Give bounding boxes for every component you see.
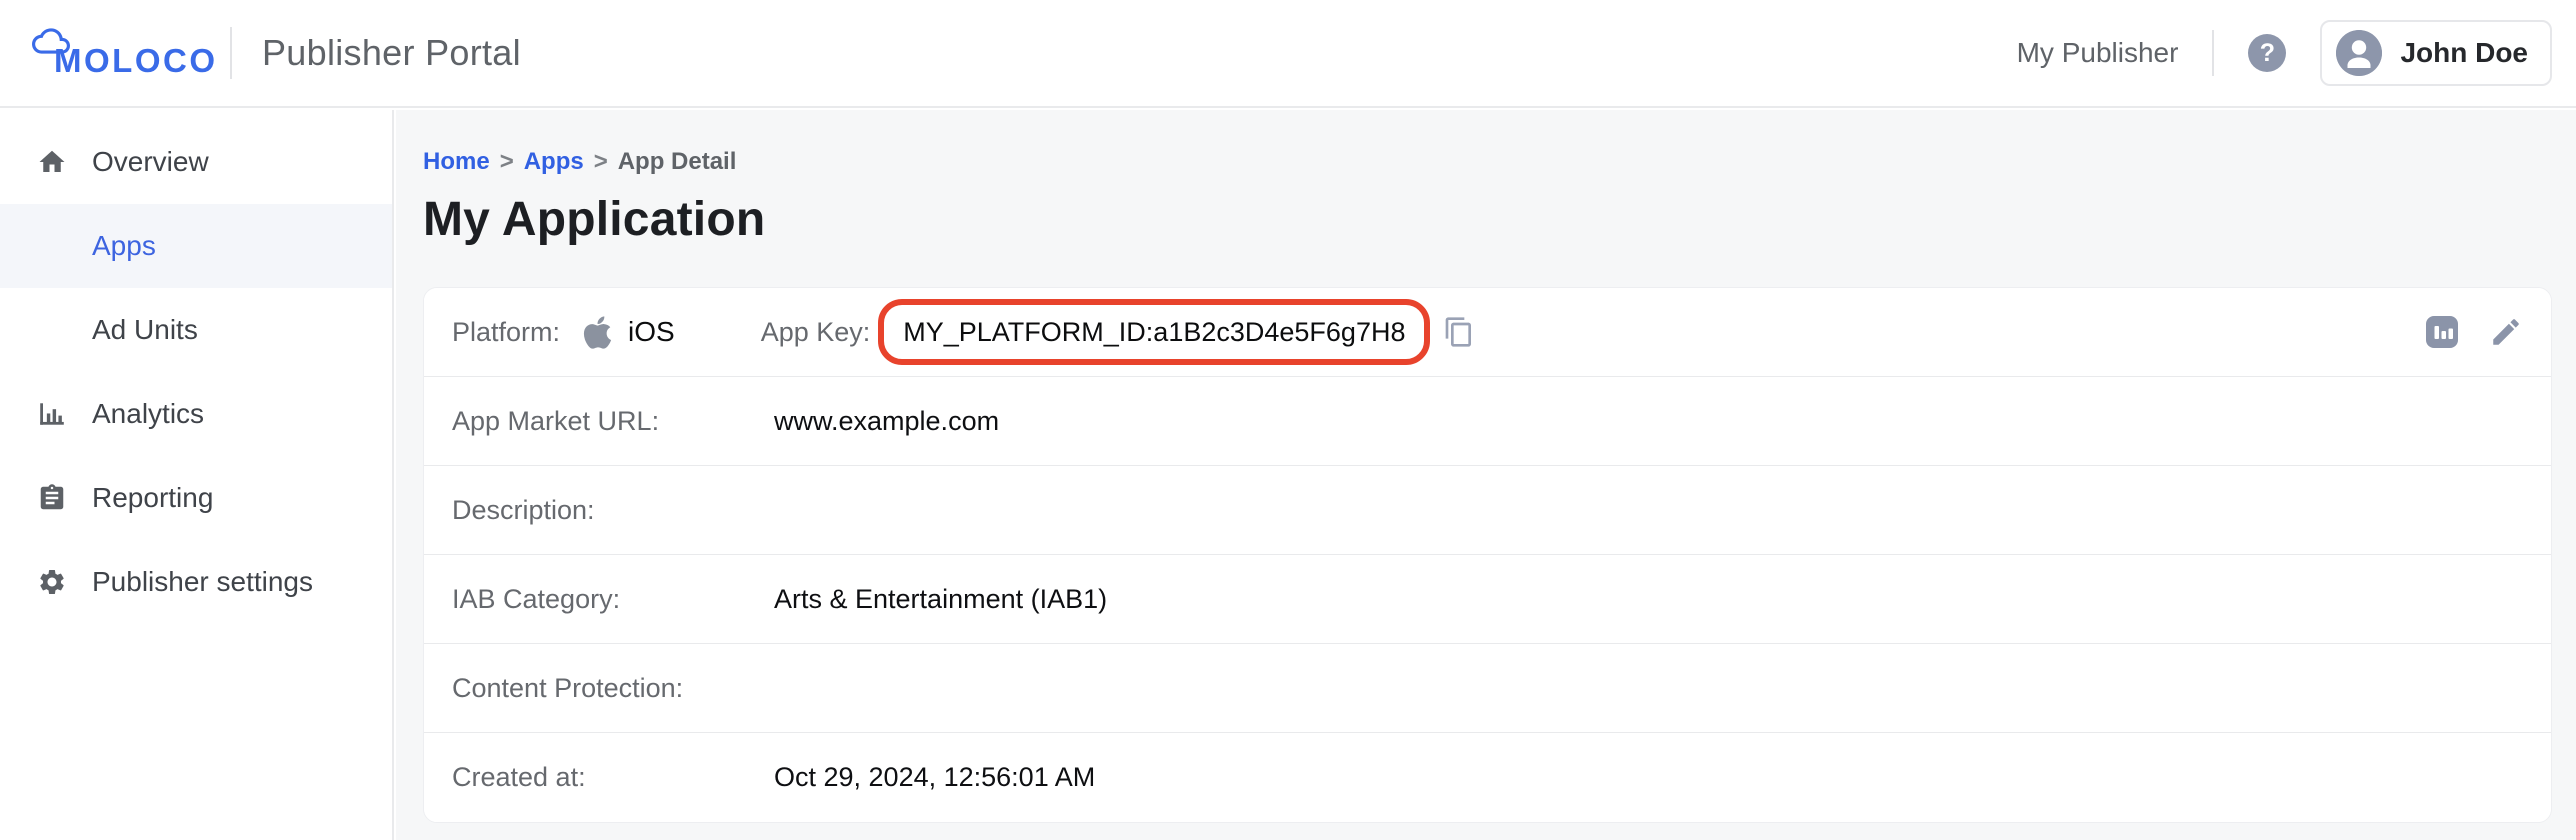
sidebar-item-label: Ad Units	[92, 314, 198, 346]
header-logo-divider	[230, 27, 232, 79]
home-icon	[37, 147, 67, 177]
platform-value: iOS	[628, 316, 675, 348]
brand-wordmark: MOLOCO	[54, 44, 217, 77]
analytics-icon	[37, 399, 67, 429]
breadcrumb: Home > Apps > App Detail	[423, 148, 2552, 176]
user-menu-button[interactable]: John Doe	[2320, 20, 2552, 86]
app-detail-card: Platform: iOS App Key: MY_PLATFORM_ID:a1…	[423, 287, 2552, 823]
top-header: MOLOCO Publisher Portal My Publisher ? J…	[0, 0, 2576, 108]
publisher-name-label: My Publisher	[2017, 37, 2179, 69]
detail-row-label: IAB Category:	[452, 584, 774, 615]
detail-row-value: Oct 29, 2024, 12:56:01 AM	[774, 762, 1095, 793]
avatar	[2336, 30, 2382, 76]
detail-row-app-market-url: App Market URL: www.example.com	[424, 377, 2551, 466]
platform-label: Platform:	[452, 317, 582, 348]
sidebar-item-label: Apps	[92, 230, 156, 262]
portal-title: Publisher Portal	[262, 32, 521, 74]
bar-chart-icon[interactable]	[2425, 315, 2459, 349]
detail-row-label: Content Protection:	[452, 673, 774, 704]
detail-row-description: Description:	[424, 466, 2551, 555]
sidebar-item-ad-units[interactable]: Ad Units	[0, 288, 392, 372]
detail-row-label: App Market URL:	[452, 406, 774, 437]
breadcrumb-separator: >	[500, 148, 514, 176]
question-mark-glyph: ?	[2260, 39, 2275, 68]
breadcrumb-apps-link[interactable]: Apps	[524, 148, 584, 176]
sidebar-item-publisher-settings[interactable]: Publisher settings	[0, 540, 392, 624]
sidebar-item-label: Publisher settings	[92, 566, 313, 598]
help-icon[interactable]: ?	[2248, 34, 2286, 72]
copy-icon[interactable]	[1442, 315, 1476, 349]
breadcrumb-current: App Detail	[618, 148, 737, 176]
user-name: John Doe	[2400, 37, 2528, 69]
sidebar-nav: Overview Apps Ad Units Analytics Reporti…	[0, 110, 394, 840]
detail-row-value: Arts & Entertainment (IAB1)	[774, 584, 1107, 615]
breadcrumb-separator: >	[594, 148, 608, 176]
page-title: My Application	[423, 192, 2552, 247]
reporting-icon	[37, 483, 67, 513]
sidebar-item-overview[interactable]: Overview	[0, 120, 392, 204]
moloco-logo[interactable]: MOLOCO	[24, 22, 220, 84]
apple-icon	[582, 314, 613, 351]
detail-row-created-at: Created at: Oct 29, 2024, 12:56:01 AM	[424, 733, 2551, 822]
platform-row: Platform: iOS App Key: MY_PLATFORM_ID:a1…	[424, 288, 2551, 377]
sidebar-item-label: Reporting	[92, 482, 213, 514]
settings-gear-icon	[37, 567, 67, 597]
main-content: Home > Apps > App Detail My Application …	[396, 110, 2576, 840]
breadcrumb-home-link[interactable]: Home	[423, 148, 490, 176]
pencil-icon[interactable]	[2489, 315, 2523, 349]
app-key-value: MY_PLATFORM_ID:a1B2c3D4e5F6g7H8	[903, 317, 1405, 348]
detail-row-label: Created at:	[452, 762, 774, 793]
sidebar-item-apps[interactable]: Apps	[0, 204, 392, 288]
sidebar-item-label: Overview	[92, 146, 209, 178]
detail-row-label: Description:	[452, 495, 774, 526]
sidebar-item-analytics[interactable]: Analytics	[0, 372, 392, 456]
app-key-highlight-annotation: MY_PLATFORM_ID:a1B2c3D4e5F6g7H8	[878, 299, 1430, 365]
detail-row-value: www.example.com	[774, 406, 999, 437]
detail-row-content-protection: Content Protection:	[424, 644, 2551, 733]
app-key-label: App Key:	[761, 317, 871, 348]
header-right-divider	[2212, 30, 2214, 76]
sidebar-item-reporting[interactable]: Reporting	[0, 456, 392, 540]
detail-row-iab-category: IAB Category: Arts & Entertainment (IAB1…	[424, 555, 2551, 644]
sidebar-item-label: Analytics	[92, 398, 204, 430]
